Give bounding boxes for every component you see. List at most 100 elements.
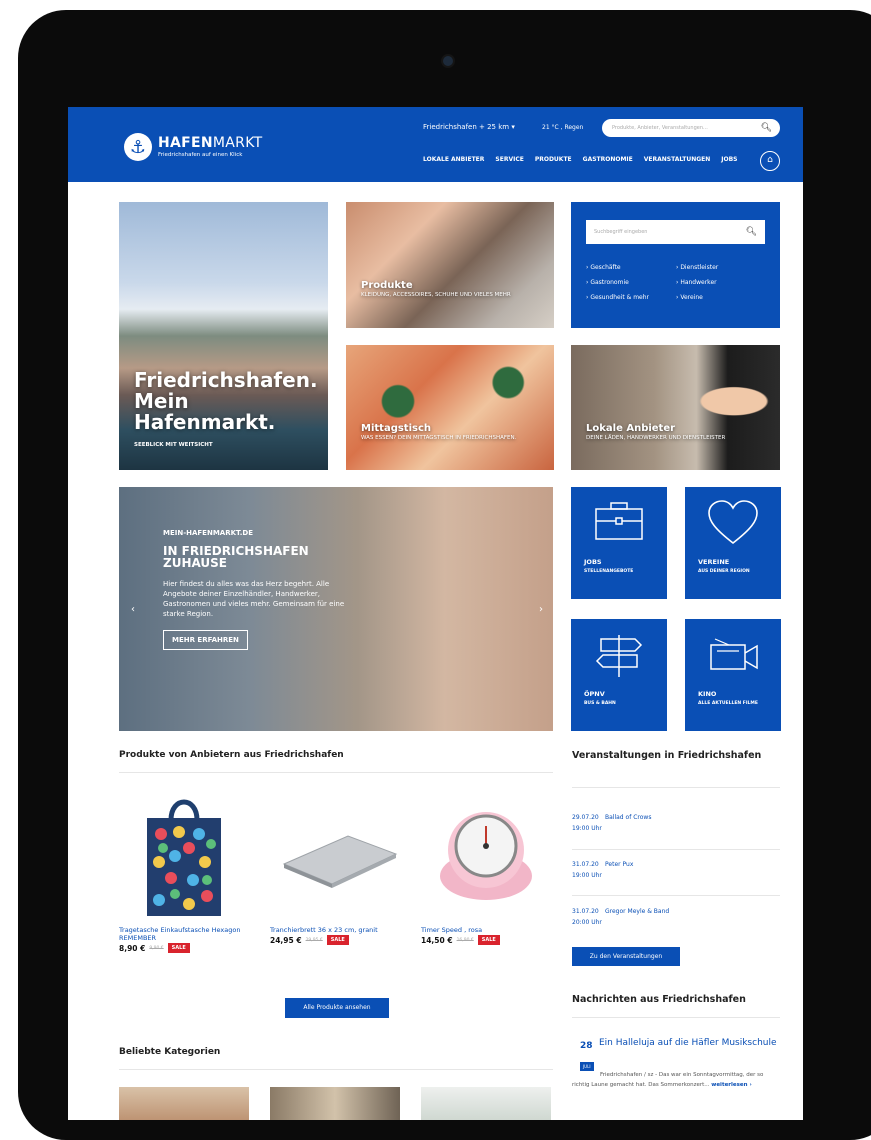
carousel-next-icon[interactable]: ›: [539, 604, 543, 615]
product-name[interactable]: Tragetasche Einkaufstasche Hexagon REMEM…: [119, 926, 249, 942]
produkte-tile[interactable]: Produkte KLEIDUNG, ACCESSOIRES, SCHUHE U…: [346, 202, 554, 328]
shopping-bag-icon[interactable]: ⌂: [760, 151, 780, 171]
search-icon[interactable]: 🔍︎: [746, 220, 757, 244]
product-card[interactable]: Tranchierbrett 36 x 23 cm, granit 24,95 …: [270, 792, 400, 945]
signpost-icon: [595, 635, 643, 677]
sale-badge: SALE: [167, 943, 190, 953]
divider: [572, 787, 780, 788]
category-link[interactable]: › Gastronomie: [586, 279, 676, 286]
produkte-title: Produkte: [361, 280, 413, 291]
screen: ⚓ HAFENMARKT Friedrichshafen auf einen K…: [68, 107, 803, 1120]
event-date: 31.07.20: [572, 861, 599, 868]
category-link[interactable]: › Handwerker: [676, 279, 766, 286]
anchor-icon: ⚓: [124, 133, 152, 161]
hero-title: Friedrichshafen. Mein Hafenmarkt.: [134, 368, 318, 434]
news-section-title: Nachrichten aus Friedrichshafen: [572, 994, 746, 1005]
quicklink-sub: STELLENANGEBOTE: [584, 569, 634, 574]
camera-icon: [443, 56, 453, 66]
divider: [119, 772, 553, 773]
divider: [119, 1069, 553, 1070]
event-time: 19:00 Uhr: [572, 872, 602, 879]
carousel-prev-icon[interactable]: ‹: [131, 604, 135, 615]
lokale-anbieter-subtitle: DEINE LÄDEN, HANDWERKER UND DIENSTLEISTE…: [586, 435, 726, 441]
product-image: [440, 812, 532, 900]
mittagstisch-tile[interactable]: Mittagstisch WAS ESSEN? DEIN MITTAGSTISC…: [346, 345, 554, 470]
category-link[interactable]: › Gesundheit & mehr: [586, 294, 676, 301]
quicklink-sub: ALLE AKTUELLEN FILME: [698, 701, 758, 706]
nav-jobs[interactable]: JOBS: [721, 156, 737, 163]
nav-lokale-anbieter[interactable]: LOKALE ANBIETER: [423, 156, 484, 163]
event-date: 31.07.20: [572, 908, 599, 915]
quicklink-jobs[interactable]: JOBS STELLENANGEBOTE: [571, 487, 667, 599]
header-search-input[interactable]: Produkte, Anbieter, Veranstaltungen... 🔍…: [602, 119, 780, 137]
product-price: 24,95 €29,95 € SALE: [270, 935, 400, 945]
quicklink-vereine[interactable]: VEREINE AUS DEINER REGION: [685, 487, 781, 599]
logo-title: HAFENMARKT: [158, 134, 263, 151]
all-products-button[interactable]: Alle Produkte ansehen: [285, 998, 389, 1018]
quicklink-label: KINO: [698, 690, 717, 698]
site-logo[interactable]: ⚓ HAFENMARKT Friedrichshafen auf einen K…: [124, 133, 262, 161]
divider: [572, 1017, 780, 1018]
category-search-panel: Suchbegriff eingeben 🔍︎ › Geschäfte › Di…: [571, 202, 780, 328]
category-links: › Geschäfte › Dienstleister › Gastronomi…: [586, 264, 765, 301]
lokale-anbieter-title: Lokale Anbieter: [586, 423, 676, 434]
heart-icon: [708, 500, 758, 545]
category-image[interactable]: [421, 1087, 551, 1120]
event-item[interactable]: 31.07.20 19:00 Uhr Peter Pux: [572, 859, 633, 881]
event-title[interactable]: Peter Pux: [605, 859, 633, 870]
event-title[interactable]: Ballad of Crows: [605, 812, 651, 823]
news-excerpt: Friedrichshafen / sz - Das war ein Sonnt…: [572, 1072, 764, 1088]
location-selector[interactable]: Friedrichshafen + 25 km ▾: [423, 123, 515, 131]
nav-service[interactable]: SERVICE: [495, 156, 523, 163]
products-section-title: Produkte von Anbietern aus Friedrichshaf…: [119, 750, 344, 760]
read-more-link[interactable]: weiterlesen ›: [711, 1082, 752, 1088]
quicklink-label: ÖPNV: [584, 690, 605, 698]
quicklink-sub: AUS DEINER REGION: [698, 569, 750, 574]
nav-produkte[interactable]: PRODUKTE: [535, 156, 572, 163]
news-headline[interactable]: Ein Halleluja auf die Häfler Musikschule: [599, 1037, 779, 1050]
sale-badge: SALE: [477, 935, 500, 945]
hero-tile[interactable]: Friedrichshafen. Mein Hafenmarkt. SEEBLI…: [119, 202, 328, 470]
lokale-anbieter-tile[interactable]: Lokale Anbieter DEINE LÄDEN, HANDWERKER …: [571, 345, 780, 470]
carousel-kicker: MEIN-HAFENMARKT.DE: [163, 529, 253, 537]
product-price: 14,50 €16,90 € SALE: [421, 935, 551, 945]
product-price: 8,90 €9,90 € SALE: [119, 943, 249, 953]
category-link[interactable]: › Geschäfte: [586, 264, 676, 271]
category-image[interactable]: [119, 1087, 249, 1120]
mittagstisch-subtitle: WAS ESSEN? DEIN MITTAGSTISCH IN FRIEDRIC…: [361, 435, 517, 441]
category-link[interactable]: › Dienstleister: [676, 264, 766, 271]
quicklink-sub: BUS & BAHN: [584, 701, 616, 706]
product-image: [147, 799, 221, 916]
carousel-body: Hier findest du alles was das Herz begeh…: [163, 580, 345, 618]
hero-carousel: MEIN-HAFENMARKT.DE IN FRIEDRICHSHAFEN ZU…: [119, 487, 553, 731]
product-name[interactable]: Timer Speed , rosa: [421, 926, 551, 934]
quicklink-kino[interactable]: KINO ALLE AKTUELLEN FILME: [685, 619, 781, 731]
quicklink-label: VEREINE: [698, 558, 730, 566]
category-search-input[interactable]: Suchbegriff eingeben 🔍︎: [586, 220, 765, 244]
site-header: ⚓ HAFENMARKT Friedrichshafen auf einen K…: [68, 107, 803, 182]
carousel-title: IN FRIEDRICHSHAFEN ZUHAUSE: [163, 544, 309, 570]
categories-section-title: Beliebte Kategorien: [119, 1047, 221, 1057]
event-time: 20:00 Uhr: [572, 919, 602, 926]
quicklink-oepnv[interactable]: ÖPNV BUS & BAHN: [571, 619, 667, 731]
mittagstisch-title: Mittagstisch: [361, 423, 432, 434]
product-name[interactable]: Tranchierbrett 36 x 23 cm, granit: [270, 926, 400, 934]
events-button[interactable]: Zu den Veranstaltungen: [572, 947, 680, 966]
nav-veranstaltungen[interactable]: VERANSTALTUNGEN: [644, 156, 710, 163]
product-card[interactable]: Timer Speed , rosa 14,50 €16,90 € SALE: [421, 792, 551, 945]
event-title[interactable]: Gregor Meyle & Band: [605, 906, 669, 917]
event-item[interactable]: 31.07.20 20:00 Uhr Gregor Meyle & Band: [572, 906, 669, 928]
divider: [572, 849, 780, 850]
search-icon[interactable]: 🔍︎: [761, 119, 772, 137]
weather-info: 21 °C , Regen: [542, 124, 584, 131]
quicklink-label: JOBS: [584, 558, 602, 566]
sale-badge: SALE: [326, 935, 349, 945]
category-link[interactable]: › Vereine: [676, 294, 766, 301]
logo-tagline: Friedrichshafen auf einen Klick: [158, 151, 243, 158]
event-item[interactable]: 29.07.20 19:00 Uhr Ballad of Crows: [572, 812, 651, 834]
nav-gastronomie[interactable]: GASTRONOMIE: [583, 156, 633, 163]
category-image[interactable]: [270, 1087, 400, 1120]
mehr-erfahren-button[interactable]: MEHR ERFAHREN: [163, 630, 248, 650]
event-date: 29.07.20: [572, 814, 599, 821]
product-card[interactable]: Tragetasche Einkaufstasche Hexagon REMEM…: [119, 792, 249, 953]
